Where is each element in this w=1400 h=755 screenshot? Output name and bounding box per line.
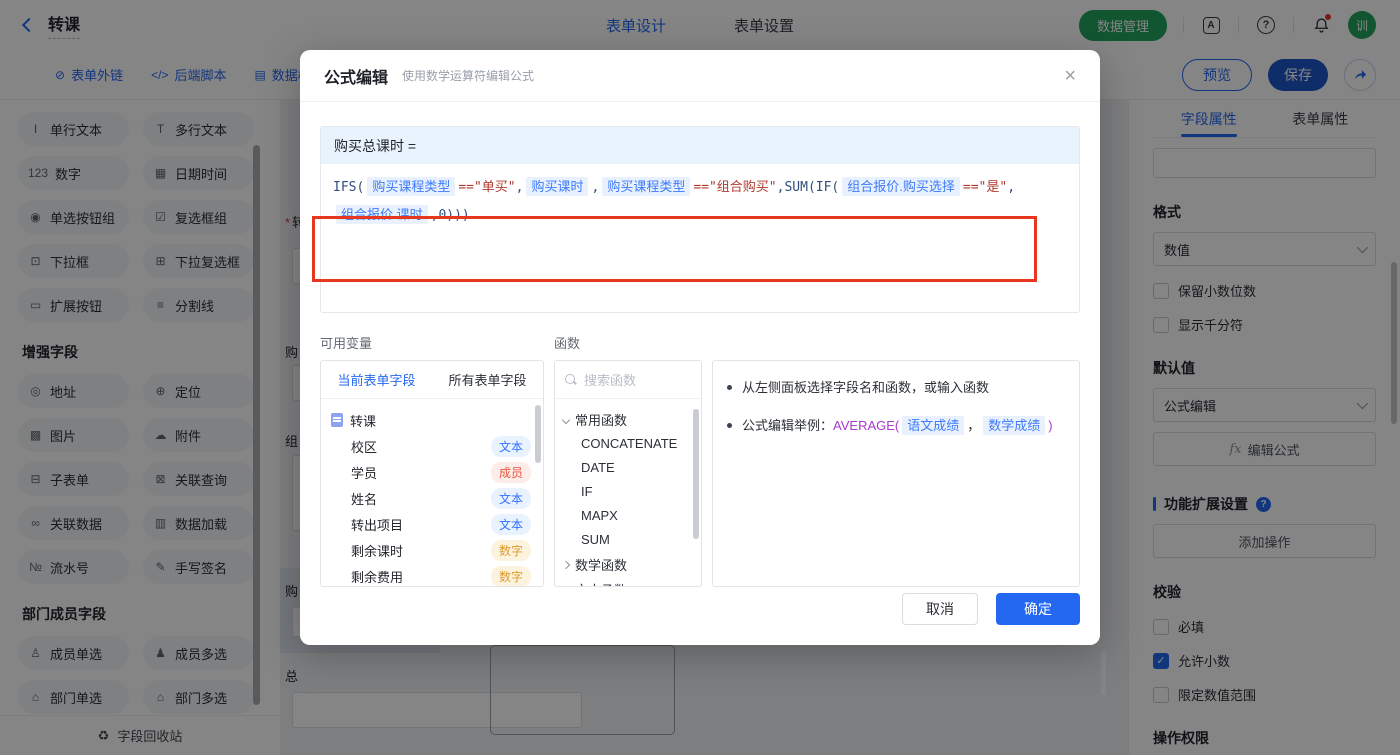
help-example-separator: ， — [967, 418, 981, 433]
function-group-label: 数学函数 — [575, 558, 628, 573]
function-group-数学函数[interactable]: 数学函数 — [561, 552, 695, 577]
formula-assign-label: 购买总课时 = — [321, 127, 1079, 164]
variable-type-badge: 数字 — [490, 565, 531, 586]
variable-type-badge: 文本 — [490, 435, 531, 457]
variable-name: 剩余课时 — [351, 543, 404, 559]
variables-panel: 当前表单字段 所有表单字段 转课 校区 文本 学员 成员 姓名 文本 转出项目 文本 剩余课时 数字剩… — [320, 360, 544, 587]
formula-field-chip[interactable]: 购买课程类型 — [367, 177, 456, 196]
variable-name: 学员 — [351, 465, 378, 481]
formula-token: =="单买" — [458, 180, 516, 195]
modal-title: 公式编辑 — [324, 69, 389, 87]
variables-scrollbar[interactable] — [535, 405, 541, 463]
variable-row-姓名[interactable]: 姓名 文本 — [331, 485, 535, 511]
functions-panel: 搜索函数 常用函数 CONCATENATEDATEIFMAPXSUM 数学函数文本函… — [554, 360, 702, 587]
variables-tab-所有表单字段[interactable]: 所有表单字段 — [448, 370, 526, 389]
formula-token: SUM(IF( — [784, 180, 840, 195]
variable-row-剩余费用[interactable]: 剩余费用 数字 — [331, 563, 535, 586]
function-item-IF[interactable]: IF — [563, 480, 695, 504]
formula-token: , — [1007, 180, 1016, 195]
help-example-function-open: AVERAGE( — [833, 418, 900, 433]
help-tip-1: 从左侧面板选择字段名和函数，或输入函数 — [742, 380, 990, 395]
formula-field-chip[interactable]: 组合报价.课时 — [336, 205, 428, 224]
formula-field-chip[interactable]: 购买课时 — [526, 177, 589, 196]
confirm-button[interactable]: 确定 — [996, 593, 1080, 625]
functions-scrollbar[interactable] — [693, 409, 699, 539]
formula-token: IFS( — [333, 180, 365, 195]
function-group-常用函数[interactable]: 常用函数 — [561, 407, 695, 432]
formula-field-chip[interactable]: 组合报价.购买选择 — [842, 177, 960, 196]
functions-list: 常用函数 CONCATENATEDATEIFMAPXSUM 数学函数文本函数 — [555, 399, 701, 586]
variable-name: 剩余费用 — [351, 569, 404, 585]
formula-input-area[interactable]: IFS(购买课程类型 =="单买", 购买课时, 购买课程类型 =="组合购买",SUM… — [321, 164, 1079, 312]
formula-editor: 购买总课时 = IFS(购买课程类型 =="单买", 购买课时, 购买课程类型 =="组… — [320, 126, 1080, 313]
help-example-prefix: 公式编辑举例： — [742, 418, 834, 433]
variable-type-badge: 文本 — [490, 487, 531, 509]
function-item-SUM[interactable]: SUM — [563, 528, 695, 552]
variable-name: 姓名 — [351, 491, 378, 507]
variable-row-校区[interactable]: 校区 文本 — [331, 433, 535, 459]
formula-field-chip[interactable]: 购买课程类型 — [602, 177, 691, 196]
function-item-CONCATENATE[interactable]: CONCATENATE — [563, 432, 695, 456]
variables-tabs: 当前表单字段 所有表单字段 — [321, 361, 543, 399]
function-group-label: 常用函数 — [575, 413, 628, 428]
close-icon[interactable]: × — [1064, 66, 1076, 86]
function-item-DATE[interactable]: DATE — [563, 456, 695, 480]
formula-token: =="组合购买" — [693, 180, 777, 195]
help-example-field-chip: 数学成绩 — [983, 416, 1046, 435]
cancel-button[interactable]: 取消 — [902, 593, 978, 625]
bullet-icon — [727, 385, 732, 390]
search-placeholder: 搜索函数 — [584, 373, 637, 388]
function-group-label: 文本函数 — [575, 580, 627, 586]
variable-row-转出项目[interactable]: 转出项目 文本 — [331, 511, 535, 537]
variable-type-badge: 数字 — [490, 539, 531, 561]
bullet-icon — [727, 423, 732, 428]
help-tip-2: 公式编辑举例：AVERAGE(语文成绩，数学成绩) — [742, 415, 1053, 437]
variable-type-badge: 文本 — [490, 513, 531, 535]
formula-token: , — [591, 180, 600, 195]
variables-label: 可用变量 — [320, 336, 373, 351]
variables-tree-root[interactable]: 转课 — [331, 407, 535, 433]
function-group-文本函数[interactable]: 文本函数 — [561, 577, 695, 586]
help-example-field-chip: 语文成绩 — [902, 416, 965, 435]
formula-token: ,0))) — [430, 208, 470, 223]
form-doc-icon — [331, 413, 343, 427]
chevron-down-icon — [561, 415, 571, 424]
variables-tab-当前表单字段[interactable]: 当前表单字段 — [337, 370, 415, 389]
chevron-right-icon — [561, 560, 571, 569]
variable-type-badge: 成员 — [490, 461, 531, 483]
formula-editor-modal: 公式编辑 使用数学运算符编辑公式 × 购买总课时 = IFS(购买课程类型 =="… — [300, 50, 1100, 645]
variables-root-label: 转课 — [350, 413, 377, 429]
formula-help-panel: 从左侧面板选择字段名和函数，或输入函数 公式编辑举例：AVERAGE(语文成绩，… — [712, 360, 1080, 587]
formula-token: , — [515, 180, 524, 195]
modal-subtitle: 使用数学运算符编辑公式 — [402, 69, 535, 83]
variable-row-剩余课时[interactable]: 剩余课时 数字 — [331, 537, 535, 563]
help-example-function-close: ) — [1048, 418, 1053, 433]
function-search-input[interactable]: 搜索函数 — [555, 361, 701, 399]
variable-name: 校区 — [351, 439, 378, 455]
variables-list: 转课 校区 文本 学员 成员 姓名 文本 转出项目 文本 剩余课时 数字 剩余费用 数字 — [321, 399, 543, 586]
formula-token: =="是" — [962, 180, 1008, 195]
chevron-right-icon — [561, 585, 571, 586]
function-item-MAPX[interactable]: MAPX — [563, 504, 695, 528]
functions-label: 函数 — [554, 336, 581, 351]
search-icon — [565, 373, 577, 386]
variable-row-学员[interactable]: 学员 成员 — [331, 459, 535, 485]
variable-name: 转出项目 — [351, 517, 404, 533]
